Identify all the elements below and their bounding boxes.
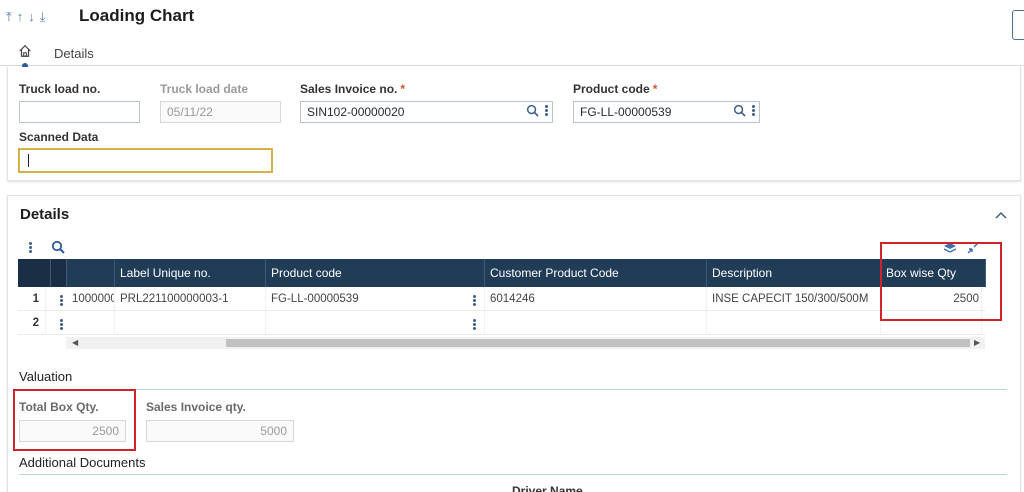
cell-label-unique-no[interactable]: PRL221100000003-1 <box>115 287 266 311</box>
page-header: ⤒ ↑ ↓ ⤓ Loading Chart Details <box>0 0 1024 69</box>
cell-product-code[interactable]: FG-LL-00000539 <box>266 287 485 311</box>
cell-customer-product-code[interactable] <box>485 311 707 335</box>
sales-invoice-no-label-text: Sales Invoice no. <box>300 82 398 96</box>
additional-documents-title: Additional Documents <box>19 455 146 470</box>
horizontal-scrollbar[interactable]: ◀ ▶ <box>66 337 985 349</box>
grid-options-icon[interactable] <box>29 241 32 254</box>
more-options-icon[interactable] <box>545 104 548 117</box>
cell-description[interactable] <box>707 311 881 335</box>
column-header-product-code[interactable]: Product code <box>266 259 485 287</box>
cell-label-unique-no[interactable] <box>115 311 266 335</box>
product-code-value: FG-LL-00000539 <box>580 105 672 119</box>
driver-name-label: Driver Name <box>512 484 583 492</box>
product-code-label: Product code * <box>573 82 657 96</box>
truck-load-date-value: 05/11/22 <box>167 105 213 119</box>
cell-options-icon[interactable] <box>473 318 476 331</box>
highlight-total-box-qty <box>13 389 136 451</box>
required-marker: * <box>652 82 658 96</box>
row-menu-icon[interactable] <box>60 318 63 331</box>
text-cursor <box>28 154 29 167</box>
valuation-title: Valuation <box>19 369 73 384</box>
record-navigation: ⤒ ↑ ↓ ⤓ <box>6 9 46 25</box>
sales-invoice-qty-value: 5000 <box>260 424 287 438</box>
row-number: 2 <box>18 311 46 335</box>
search-icon[interactable] <box>733 104 746 117</box>
column-header-description[interactable]: Description <box>707 259 881 287</box>
cell-options-icon[interactable] <box>473 294 476 307</box>
cell[interactable] <box>67 311 115 335</box>
product-code-field[interactable]: FG-LL-00000539 <box>573 101 760 123</box>
sales-invoice-qty-field: 5000 <box>146 420 294 442</box>
row-menu-icon[interactable] <box>60 294 63 307</box>
cell-product-code[interactable] <box>266 311 485 335</box>
sales-invoice-no-value: SIN102-00000020 <box>307 105 405 119</box>
page-title: Loading Chart <box>79 6 195 25</box>
home-icon <box>19 44 31 57</box>
previous-record-icon[interactable]: ↑ <box>17 9 24 25</box>
table-row[interactable]: 1 1000000 PRL221100000003-1 FG-LL-000005… <box>18 287 986 311</box>
row-number-header <box>18 259 51 287</box>
sales-invoice-qty-label: Sales Invoice qty. <box>146 400 246 414</box>
required-marker: * <box>400 82 406 96</box>
last-record-icon[interactable]: ⤓ <box>40 9 46 25</box>
section-title: Details <box>20 206 70 223</box>
column-header[interactable] <box>67 259 115 287</box>
scroll-left-icon[interactable]: ◀ <box>72 337 78 349</box>
truck-load-no-field[interactable] <box>19 101 140 123</box>
grid-search-icon[interactable] <box>51 240 65 254</box>
scanned-data-label: Scanned Data <box>19 130 99 144</box>
row-menu-header <box>51 259 67 287</box>
truck-load-date-field: 05/11/22 <box>160 101 281 123</box>
next-record-icon[interactable]: ↓ <box>28 9 35 25</box>
sales-invoice-no-field[interactable]: SIN102-00000020 <box>300 101 553 123</box>
row-number: 1 <box>18 287 46 311</box>
search-icon[interactable] <box>526 104 539 117</box>
truck-load-date-label: Truck load date <box>160 82 249 96</box>
more-options-icon[interactable] <box>752 104 755 117</box>
product-code-label-text: Product code <box>573 82 650 96</box>
tab-details[interactable]: Details <box>54 46 94 61</box>
tab-home[interactable] <box>18 44 34 60</box>
grid-header: Label Unique no. Product code Customer P… <box>18 259 986 287</box>
cell-description[interactable]: INSE CAPECIT 150/300/500M <box>707 287 881 311</box>
table-row[interactable]: 2 <box>18 311 986 335</box>
scroll-right-icon[interactable]: ▶ <box>974 337 980 349</box>
first-record-icon[interactable]: ⤒ <box>6 9 12 25</box>
cell[interactable]: 1000000 <box>67 287 115 311</box>
sales-invoice-no-label: Sales Invoice no. * <box>300 82 405 96</box>
column-header-customer-product-code[interactable]: Customer Product Code <box>485 259 707 287</box>
cell-customer-product-code[interactable]: 6014246 <box>485 287 707 311</box>
scanned-data-field[interactable] <box>18 148 273 173</box>
divider <box>19 474 1007 475</box>
truck-load-no-label: Truck load no. <box>19 82 101 96</box>
highlight-box-wise-qty <box>880 242 1002 321</box>
chevron-up-icon[interactable] <box>994 208 1008 222</box>
scrollbar-thumb[interactable] <box>226 339 970 347</box>
column-header-label-unique-no[interactable]: Label Unique no. <box>115 259 266 287</box>
divider <box>19 389 1007 390</box>
panel-toggle-button[interactable] <box>1012 10 1024 40</box>
